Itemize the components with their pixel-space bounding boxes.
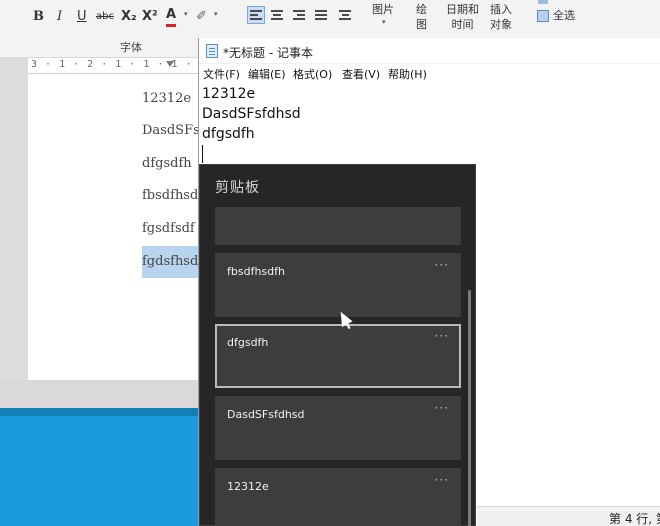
- menu-bar: 文件(F) 编辑(E) 格式(O) 查看(V) 帮助(H): [199, 65, 660, 83]
- text-line: 12312e: [202, 86, 256, 102]
- font-color-button[interactable]: A: [166, 7, 177, 27]
- clipboard-item-focused[interactable]: dfgsdfh ···: [215, 324, 461, 388]
- menu-view[interactable]: 查看(V): [342, 66, 380, 82]
- drawing-button[interactable]: 绘 图: [416, 2, 427, 32]
- document-bottom-area: [0, 380, 200, 408]
- font-group-label: 字体: [120, 41, 142, 54]
- justify-icon[interactable]: [312, 6, 330, 24]
- align-left-icon[interactable]: [247, 6, 265, 24]
- indent-marker-icon[interactable]: [166, 61, 174, 67]
- menu-format[interactable]: 格式(O): [293, 66, 332, 82]
- text-caret: [202, 145, 203, 163]
- italic-button[interactable]: I: [57, 7, 62, 27]
- select-all-icon[interactable]: [537, 10, 549, 22]
- clipboard-title: 剪贴板: [215, 180, 260, 196]
- align-right-icon[interactable]: [290, 6, 308, 24]
- desktop-edge: [0, 408, 200, 416]
- insert-object-button[interactable]: 插入 对象: [490, 2, 512, 32]
- clipboard-item[interactable]: 12312e ···: [215, 468, 461, 526]
- indent-icon[interactable]: [336, 6, 354, 24]
- document-line: fbsdfhsd: [142, 188, 199, 203]
- more-options-icon[interactable]: ···: [435, 473, 449, 487]
- clipboard-panel: 剪贴板 fbsdfhsdfh ··· dfgsdfh ··· DasdSFsfd…: [199, 164, 476, 526]
- picture-button[interactable]: 图片: [372, 2, 394, 17]
- scrollbar-thumb[interactable]: [468, 290, 471, 526]
- select-all-button[interactable]: 全选: [553, 8, 575, 23]
- text-line: dfgsdfh: [202, 126, 255, 142]
- more-options-icon[interactable]: ···: [435, 258, 449, 272]
- font-color-dropdown-icon[interactable]: ▾: [184, 10, 188, 18]
- align-center-icon[interactable]: [268, 6, 286, 24]
- superscript-button[interactable]: X²: [142, 7, 158, 27]
- menu-help[interactable]: 帮助(H): [388, 66, 427, 82]
- desktop-background: [0, 408, 200, 526]
- bold-button[interactable]: B: [33, 7, 44, 27]
- document-line: 12312e: [142, 91, 192, 106]
- ruler[interactable]: 3 · 1 · 2 · 1 · 1 · 1 ·: [28, 58, 200, 74]
- picture-dropdown-icon[interactable]: ▾: [382, 18, 386, 26]
- document-line: dfgsdfh: [142, 156, 192, 171]
- more-options-icon[interactable]: ···: [435, 401, 449, 415]
- document-line: fgsdfsdf: [142, 221, 195, 236]
- more-options-icon[interactable]: ···: [435, 329, 449, 343]
- datetime-button[interactable]: 日期和 时间: [446, 2, 479, 32]
- menu-edit[interactable]: 编辑(E): [248, 66, 286, 82]
- text-line: DasdSFsfdhsd: [202, 106, 301, 122]
- clipboard-item-text: dfgsdfh: [227, 336, 269, 349]
- document-gutter: [0, 58, 28, 408]
- window-title: *无标题 - 记事本: [223, 46, 313, 60]
- highlight-dropdown-icon[interactable]: ▾: [214, 10, 218, 18]
- clipboard-item-text: fbsdfhsdfh: [227, 265, 285, 278]
- clipboard-scrollbar[interactable]: [468, 290, 473, 526]
- clipboard-item-text: DasdSFsfdhsd: [227, 408, 305, 421]
- document-line: DasdSFsf: [142, 123, 205, 138]
- clipboard-item[interactable]: fbsdfhsdfh ···: [215, 253, 461, 317]
- notepad-icon: [206, 44, 218, 58]
- clipboard-item-text: 12312e: [227, 480, 269, 493]
- status-bar: 第 4 行, 第: [477, 506, 660, 526]
- replace-icon[interactable]: [538, 0, 548, 4]
- document-line-selected: fgdsfhsd: [142, 246, 202, 278]
- menu-file[interactable]: 文件(F): [203, 66, 240, 82]
- strikethrough-button[interactable]: abc: [96, 7, 114, 27]
- text-area[interactable]: 12312e DasdSFsfdhsd dfgsdfh: [202, 84, 301, 144]
- clipboard-item[interactable]: [215, 207, 461, 245]
- clipboard-item[interactable]: DasdSFsfdhsd ···: [215, 396, 461, 460]
- notepad-titlebar[interactable]: *无标题 - 记事本: [199, 38, 660, 64]
- underline-button[interactable]: U: [77, 7, 87, 27]
- cursor-position: 第 4 行, 第: [609, 512, 660, 526]
- highlight-pen-icon[interactable]: ✐: [196, 7, 207, 27]
- subscript-button[interactable]: X₂: [121, 7, 137, 27]
